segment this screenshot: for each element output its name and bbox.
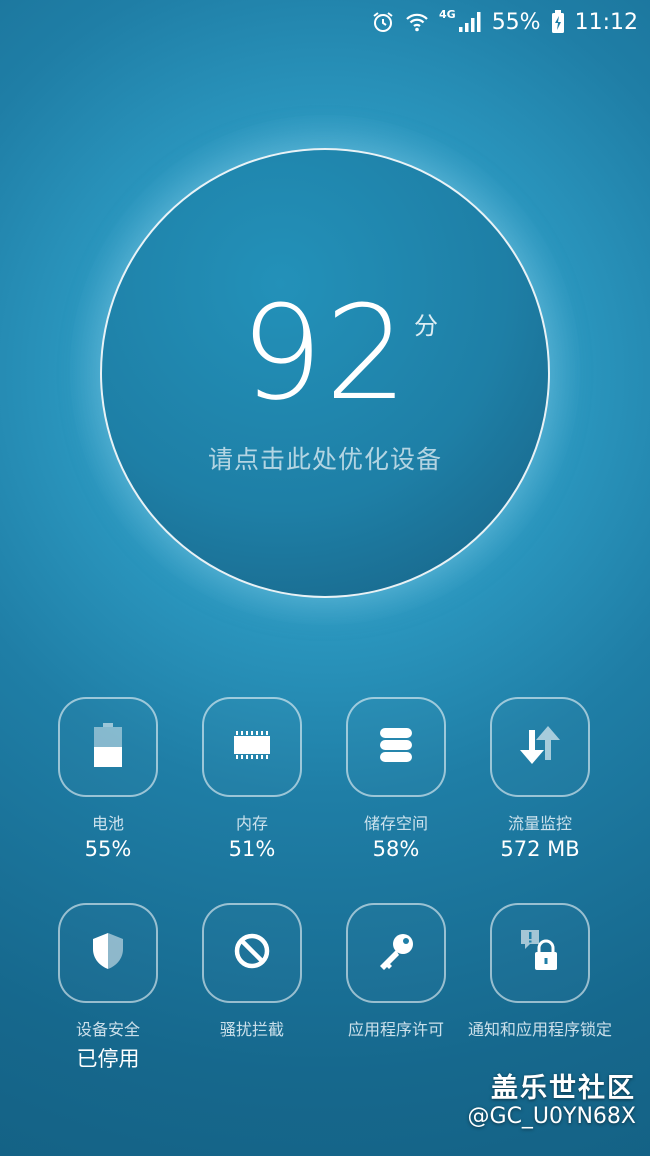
tile-call-blocking-label: 骚扰拦截 bbox=[219, 1020, 284, 1039]
tile-data-usage-value: 572 MB bbox=[500, 837, 580, 861]
tile-storage-box bbox=[346, 697, 446, 797]
tile-device-security[interactable]: 设备安全 已停用 bbox=[33, 903, 183, 1073]
alarm-icon bbox=[371, 10, 395, 34]
tile-notification-lock-box bbox=[490, 903, 590, 1003]
status-icons: 4G 55% 11:12 bbox=[371, 6, 638, 38]
key-icon bbox=[375, 930, 417, 976]
tile-app-permissions[interactable]: 应用程序许可 bbox=[321, 903, 471, 1043]
tile-storage[interactable]: 储存空间 58% bbox=[321, 697, 471, 861]
tile-call-blocking-box bbox=[202, 903, 302, 1003]
tile-memory-value: 51% bbox=[228, 837, 276, 861]
tile-device-security-label: 设备安全 bbox=[75, 1020, 140, 1039]
signal-icon bbox=[458, 11, 482, 33]
battery-icon bbox=[92, 723, 124, 771]
tile-battery-box bbox=[58, 697, 158, 797]
tile-notification-lock-label: 通知和应用程序锁定 bbox=[467, 1020, 612, 1039]
tile-battery-label: 电池 bbox=[91, 814, 124, 833]
memory-chip-icon bbox=[231, 730, 273, 764]
tile-app-permissions-box bbox=[346, 903, 446, 1003]
tile-app-permissions-label: 应用程序许可 bbox=[347, 1020, 444, 1039]
optimize-score-button[interactable]: 92 分 请点击此处优化设备 bbox=[100, 148, 550, 598]
notification-lock-icon bbox=[517, 928, 563, 978]
network-type-label: 4G bbox=[439, 7, 456, 21]
optimize-hint-text: 请点击此处优化设备 bbox=[207, 445, 442, 474]
tile-call-blocking[interactable]: 骚扰拦截 bbox=[177, 903, 327, 1043]
score-unit: 分 bbox=[414, 312, 438, 340]
tile-memory-box bbox=[202, 697, 302, 797]
block-icon bbox=[232, 931, 272, 975]
tile-battery-value: 55% bbox=[84, 837, 132, 861]
tile-notification-lock[interactable]: 通知和应用程序锁定 bbox=[465, 903, 615, 1043]
tile-device-security-value: 已停用 bbox=[76, 1047, 140, 1071]
tile-data-usage-label: 流量监控 bbox=[507, 814, 572, 833]
tile-data-usage-box bbox=[490, 697, 590, 797]
watermark-title: 盖乐世社区 bbox=[491, 1073, 636, 1104]
watermark-user: @GC_U0YN68X bbox=[467, 1104, 636, 1129]
tile-device-security-box bbox=[58, 903, 158, 1003]
clock-text: 11:12 bbox=[574, 9, 638, 35]
storage-database-icon bbox=[379, 727, 413, 767]
wifi-icon bbox=[405, 11, 429, 33]
data-transfer-icon bbox=[517, 722, 563, 772]
status-bar: 4G 55% 11:12 bbox=[0, 0, 650, 44]
tile-battery[interactable]: 电池 55% bbox=[33, 697, 183, 861]
battery-charging-icon bbox=[551, 10, 565, 34]
tile-storage-value: 58% bbox=[372, 837, 420, 861]
tile-storage-label: 储存空间 bbox=[363, 814, 428, 833]
shield-icon bbox=[90, 931, 126, 975]
tile-memory[interactable]: 内存 51% bbox=[177, 697, 327, 861]
tile-data-usage[interactable]: 流量监控 572 MB bbox=[465, 697, 615, 861]
score-value: 92 bbox=[240, 277, 410, 429]
battery-percent-text: 55% bbox=[491, 9, 541, 35]
tile-memory-label: 内存 bbox=[235, 814, 268, 833]
